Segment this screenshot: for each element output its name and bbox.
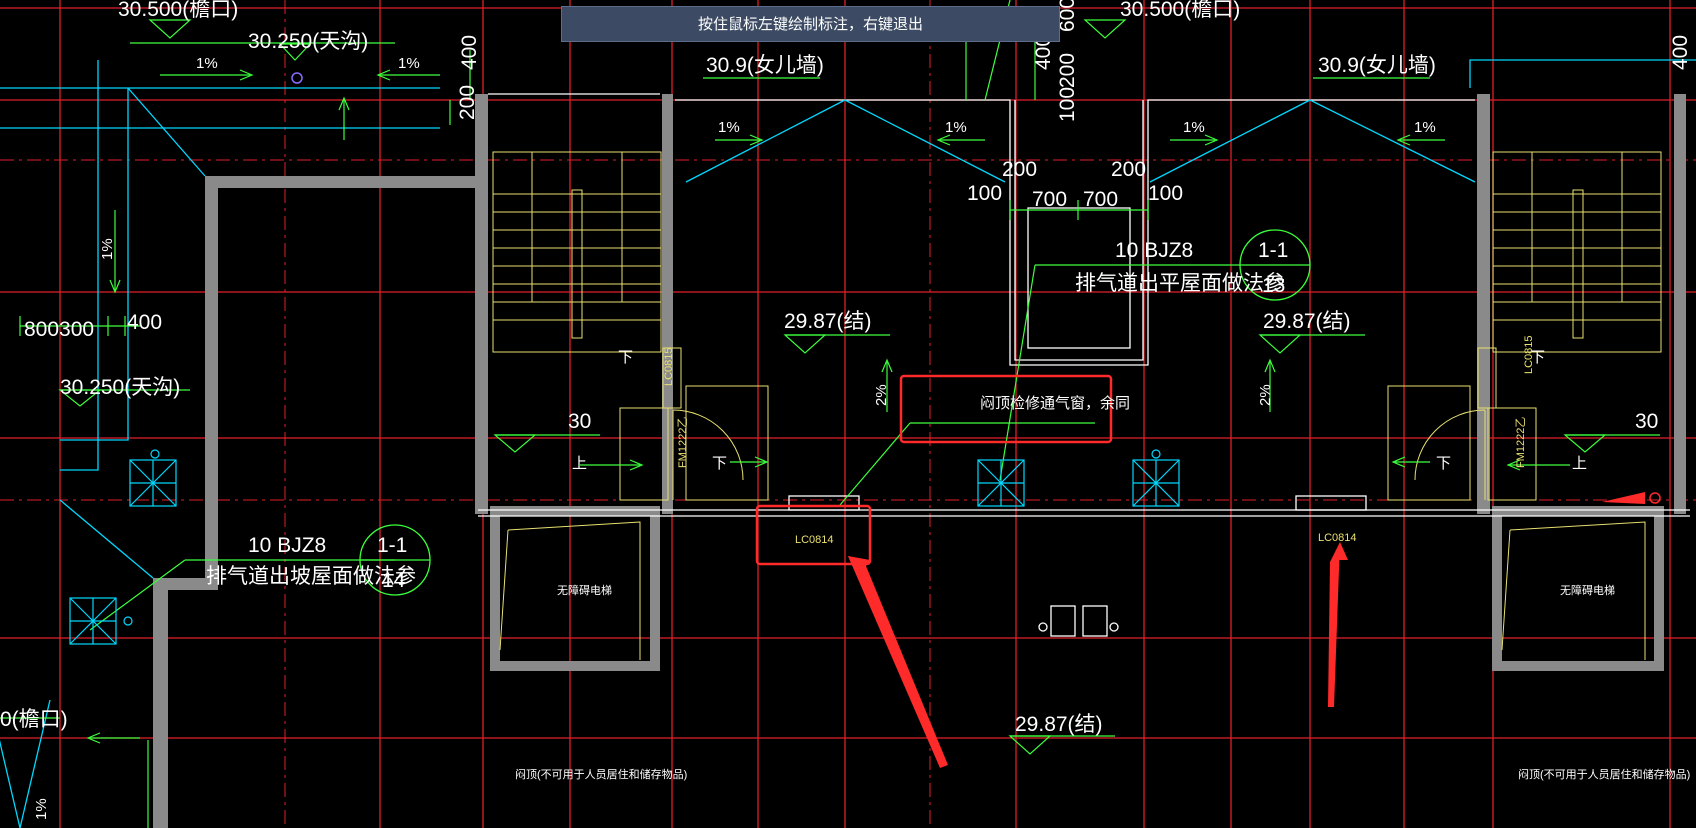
struct-bottom-label: 29.87(结) bbox=[1015, 713, 1103, 736]
parapet-right-label: 30.9(女儿墙) bbox=[1318, 54, 1436, 77]
ref-lower-sheet: 14 bbox=[382, 569, 406, 592]
stair-down-left-door: 下 bbox=[712, 455, 727, 472]
stair-up-left: 上 bbox=[572, 455, 587, 472]
gutter-top-label: 30.250(天沟) bbox=[248, 30, 368, 53]
door-fm1222-left: FM1222乙 bbox=[676, 417, 689, 468]
slope-label-room2-a: 1% bbox=[1183, 119, 1205, 136]
drawing-hint-tooltip: 按住鼠标左键绘制标注，右键退出 bbox=[561, 6, 1060, 42]
slope-label-top-left-2: 1% bbox=[398, 55, 420, 72]
gutter-left-label: 30.250(天沟) bbox=[60, 376, 180, 399]
exhaust-vents bbox=[69, 449, 1180, 645]
dim-700-a: 700 bbox=[1032, 188, 1067, 211]
slope-arrows bbox=[86, 69, 1570, 744]
eave-top-left-label: 30.500(檐口) bbox=[118, 0, 238, 21]
stair-up-right: 上 bbox=[1572, 455, 1587, 472]
ref-upper-sheet: 13 bbox=[1262, 274, 1285, 297]
door-fm1222-right: FM1222乙 bbox=[1514, 417, 1527, 468]
dim-100-b: 100 bbox=[1148, 182, 1183, 205]
elevator-right-label: 无障碍电梯 bbox=[1560, 583, 1615, 597]
slope-label-2pct-left: 2% bbox=[873, 384, 890, 406]
ref-lower-code: 10 BJZ8 bbox=[248, 534, 326, 557]
slope-label-2pct-right: 2% bbox=[1257, 384, 1274, 406]
ref-upper-note: 排气道出平屋面做法参 bbox=[1075, 272, 1285, 295]
roof-slope-lines bbox=[0, 59, 1696, 828]
window-lc0814-left: LC0814 bbox=[795, 534, 834, 546]
slope-label-left-vertical: 1% bbox=[99, 238, 116, 260]
stair-down-right-door: 下 bbox=[1436, 455, 1451, 472]
parapet-left-label: 30.9(女儿墙) bbox=[706, 54, 824, 77]
dim-400-far: 400 bbox=[1669, 35, 1692, 70]
axis-grid bbox=[0, 0, 1696, 828]
slope-label-room1-a: 1% bbox=[718, 119, 740, 136]
centerlines bbox=[0, 0, 1696, 828]
window-lc0815-right: LC0815 bbox=[1523, 335, 1535, 374]
ref-lower-num: 1-1 bbox=[377, 534, 407, 557]
ref-upper-code: 10 BJZ8 bbox=[1115, 239, 1193, 262]
dim-200-b: 200 bbox=[1111, 158, 1146, 181]
eave-bottom-left-label: 0(檐口) bbox=[0, 708, 68, 731]
struct-left-label: 29.87(结) bbox=[784, 310, 872, 333]
dim-30-left: 30 bbox=[568, 410, 591, 433]
dim-700-b: 700 bbox=[1083, 188, 1118, 211]
slope-label-bottom-left: 1% bbox=[33, 798, 50, 820]
ref-upper-num: 1-1 bbox=[1258, 239, 1288, 262]
dim-30-right: 30 bbox=[1635, 410, 1658, 433]
attic-left-label: 闷顶(不可用于人员居住和储存物品) bbox=[515, 767, 687, 781]
dim-400-left: 400 bbox=[127, 311, 162, 334]
slope-label-room2-b: 1% bbox=[1414, 119, 1436, 136]
dim-800300: 800300 bbox=[24, 318, 94, 341]
dim-100-a: 100 bbox=[967, 182, 1002, 205]
attic-right-label: 闷顶(不可用于人员居住和储存物品) bbox=[1518, 767, 1690, 781]
eave-top-right-label: 30.500(檐口) bbox=[1120, 0, 1240, 21]
dim-100-mid: 100 bbox=[1056, 87, 1079, 122]
stair-down-left: 下 bbox=[618, 349, 633, 366]
slope-label-room1-b: 1% bbox=[945, 119, 967, 136]
vent-note: 闷顶检修通气窗，余同 bbox=[980, 394, 1130, 412]
struct-right-label: 29.87(结) bbox=[1263, 310, 1351, 333]
slope-label-top-left-1: 1% bbox=[196, 55, 218, 72]
gutter-drain-icon bbox=[291, 72, 303, 84]
cad-drawing-canvas[interactable]: 30.500(檐口) 30.500(檐口) 30.250(天沟) 30.250(… bbox=[0, 0, 1696, 828]
dim-400-top: 400 bbox=[458, 35, 481, 70]
window-lc0814-right: LC0814 bbox=[1318, 532, 1357, 544]
dim-200-a: 200 bbox=[1002, 158, 1037, 181]
elevator-left-label: 无障碍电梯 bbox=[557, 583, 612, 597]
dim-200-mid: 200 bbox=[1056, 53, 1079, 88]
window-lc0815-left: LC0815 bbox=[663, 347, 675, 386]
dim-200-left: 200 bbox=[456, 85, 479, 120]
